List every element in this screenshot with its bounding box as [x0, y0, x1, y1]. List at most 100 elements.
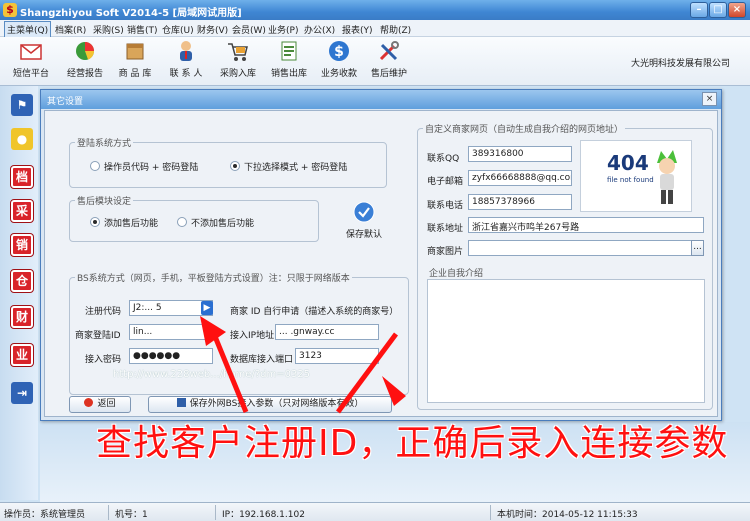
login-option-dropdown-radio[interactable]: [230, 161, 240, 171]
intro-legend: 企业自我介绍: [429, 269, 484, 279]
envelope-icon: [20, 44, 42, 60]
sidebar-item-archive[interactable]: 档: [11, 166, 33, 188]
flag-icon[interactable]: ⚑: [11, 94, 33, 116]
sidebar-item-warehouse[interactable]: 仓: [11, 270, 33, 292]
tool-sales-out[interactable]: 销售出库: [262, 39, 316, 84]
status-separator: [215, 505, 216, 520]
back-button[interactable]: 返回: [69, 396, 131, 413]
login-option-dropdown-label: 下拉选择模式 + 密码登陆: [244, 163, 348, 173]
menu-main[interactable]: 主菜单(Q): [4, 21, 52, 38]
tool-receivables[interactable]: $ 业务收款: [312, 39, 366, 84]
status-separator: [108, 505, 109, 520]
left-sidebar: ⚑ ● 档 采 销 仓 财 业 ⇥: [0, 86, 38, 500]
tools-icon: [379, 41, 399, 61]
login-option-code-label: 操作员代码 + 密码登陆: [104, 163, 199, 173]
close-button[interactable]: ×: [728, 2, 746, 18]
annotation-arrows: [200, 316, 406, 414]
password-label: 接入密码: [85, 355, 122, 365]
merchant-legend: 自定义商家网页（自动生成自我介绍的网页地址）: [423, 122, 626, 135]
dialog-title-bar: 其它设置 ×: [41, 90, 721, 109]
sidebar-item-finance[interactable]: 财: [11, 306, 33, 328]
status-time: 本机时间：2014-05-12 11:15:33: [497, 510, 638, 520]
svg-text:$: $: [334, 44, 344, 60]
reg-code-label: 注册代码: [85, 307, 122, 317]
maximize-button[interactable]: □: [709, 2, 727, 18]
image-path-input[interactable]: [468, 240, 704, 256]
qq-label: 联系QQ: [427, 154, 460, 164]
arrow-head-right: [382, 376, 406, 406]
image-label: 商家图片: [427, 247, 464, 257]
aftersale-none-radio[interactable]: [177, 217, 187, 227]
email-input[interactable]: zyfx66668888@qq.com: [468, 170, 572, 186]
menu-business[interactable]: 业务(P): [266, 22, 300, 37]
menu-sales[interactable]: 销售(T): [125, 22, 160, 37]
lightbulb-icon[interactable]: ●: [11, 128, 33, 150]
stop-icon: [84, 398, 94, 407]
tool-contacts[interactable]: 联 系 人: [159, 39, 213, 84]
menu-bar: 主菜单(Q) 档案(R) 采购(S) 销售(T) 仓库(U) 财务(V) 会员(…: [0, 20, 750, 38]
document-icon: [281, 41, 297, 61]
address-label: 联系地址: [427, 224, 464, 234]
toolbar: 短信平台 经营报告 商 品 库 联 系 人 采购入库 销售出库 $ 业务收款 售…: [0, 37, 750, 86]
login-option-code-radio[interactable]: [90, 161, 100, 171]
status-separator: [490, 505, 491, 520]
tool-report[interactable]: 经营报告: [58, 39, 112, 84]
intro-textarea[interactable]: [427, 279, 705, 403]
image-browse-button[interactable]: ...: [691, 240, 704, 256]
company-name: 大光明科技发展有限公司: [630, 59, 730, 69]
aftersale-legend: 售后模块设定: [75, 194, 134, 207]
phone-label: 联系电话: [427, 201, 464, 211]
menu-member[interactable]: 会员(W): [230, 22, 268, 37]
tool-purchase-in[interactable]: 采购入库: [211, 39, 265, 84]
tool-sms[interactable]: 短信平台: [4, 39, 58, 84]
menu-office[interactable]: 办公(X): [302, 22, 337, 37]
dialog-title: 其它设置: [47, 97, 84, 107]
dollar-icon: $: [329, 41, 349, 61]
aftersale-none-label: 不添加售后功能: [191, 219, 255, 229]
box-icon: [126, 43, 144, 60]
aftersale-add-radio[interactable]: [90, 217, 100, 227]
arrow-to-save-button: [335, 332, 399, 414]
person-icon: [180, 41, 192, 61]
login-method-legend: 登陆系统方式: [75, 136, 134, 149]
login-id-label: 商家登陆ID: [75, 331, 121, 341]
image-404-text: 404: [607, 151, 649, 175]
pie-chart-icon: [76, 42, 95, 60]
app-icon: $: [3, 3, 17, 17]
sidebar-item-sales[interactable]: 销: [11, 234, 33, 256]
minimize-button[interactable]: –: [690, 2, 708, 18]
email-label: 电子邮箱: [427, 177, 464, 187]
annotation-text: 查找客户注册ID，正确后录入连接参数: [96, 423, 729, 464]
cartoon-character-icon: [657, 150, 677, 204]
title-bar: $ Shangzhiyou Soft V2014-5 [局域网试用版] – □ …: [0, 0, 750, 20]
menu-archive[interactable]: 档案(R): [53, 22, 88, 37]
dialog-close-button[interactable]: ×: [702, 92, 717, 106]
sidebar-item-purchase[interactable]: 采: [11, 200, 33, 222]
menu-warehouse[interactable]: 仓库(U): [160, 22, 196, 37]
aftersale-add-label: 添加售后功能: [104, 219, 159, 229]
tool-products[interactable]: 商 品 库: [108, 39, 162, 84]
menu-finance[interactable]: 财务(V): [195, 22, 230, 37]
menu-purchase[interactable]: 采购(S): [91, 22, 126, 37]
arrow-head-left: [200, 316, 226, 346]
phone-input[interactable]: 18857378966: [468, 194, 572, 210]
tool-aftersale[interactable]: 售后维护: [362, 39, 416, 84]
image-404-sub: file not found: [607, 176, 654, 184]
status-operator: 操作员：系统管理员: [4, 510, 86, 520]
menu-help[interactable]: 帮助(Z): [378, 22, 413, 37]
qq-input[interactable]: 389316800: [468, 146, 572, 162]
arrow-to-login-id: [211, 333, 249, 413]
checkmark-icon[interactable]: [353, 201, 375, 223]
status-machine: 机号：1: [115, 510, 148, 520]
bs-legend: BS系统方式（网页，手机，平板登陆方式设置）注：只限于网络版本: [75, 271, 352, 284]
sidebar-item-business[interactable]: 业: [11, 344, 33, 366]
menu-reports[interactable]: 报表(Y): [340, 22, 375, 37]
cart-icon: [228, 43, 248, 61]
status-ip: IP：192.168.1.102: [222, 510, 305, 520]
address-input[interactable]: 浙江省嘉兴市鸣羊267号路: [468, 217, 704, 233]
status-bar: 操作员：系统管理员 机号：1 IP：192.168.1.102 本机时间：201…: [0, 502, 750, 521]
exit-icon[interactable]: ⇥: [11, 382, 33, 404]
floppy-disk-icon: [176, 398, 186, 407]
merchant-image-preview: 404 file not found: [580, 140, 692, 212]
save-default-label[interactable]: 保存默认: [346, 227, 382, 240]
